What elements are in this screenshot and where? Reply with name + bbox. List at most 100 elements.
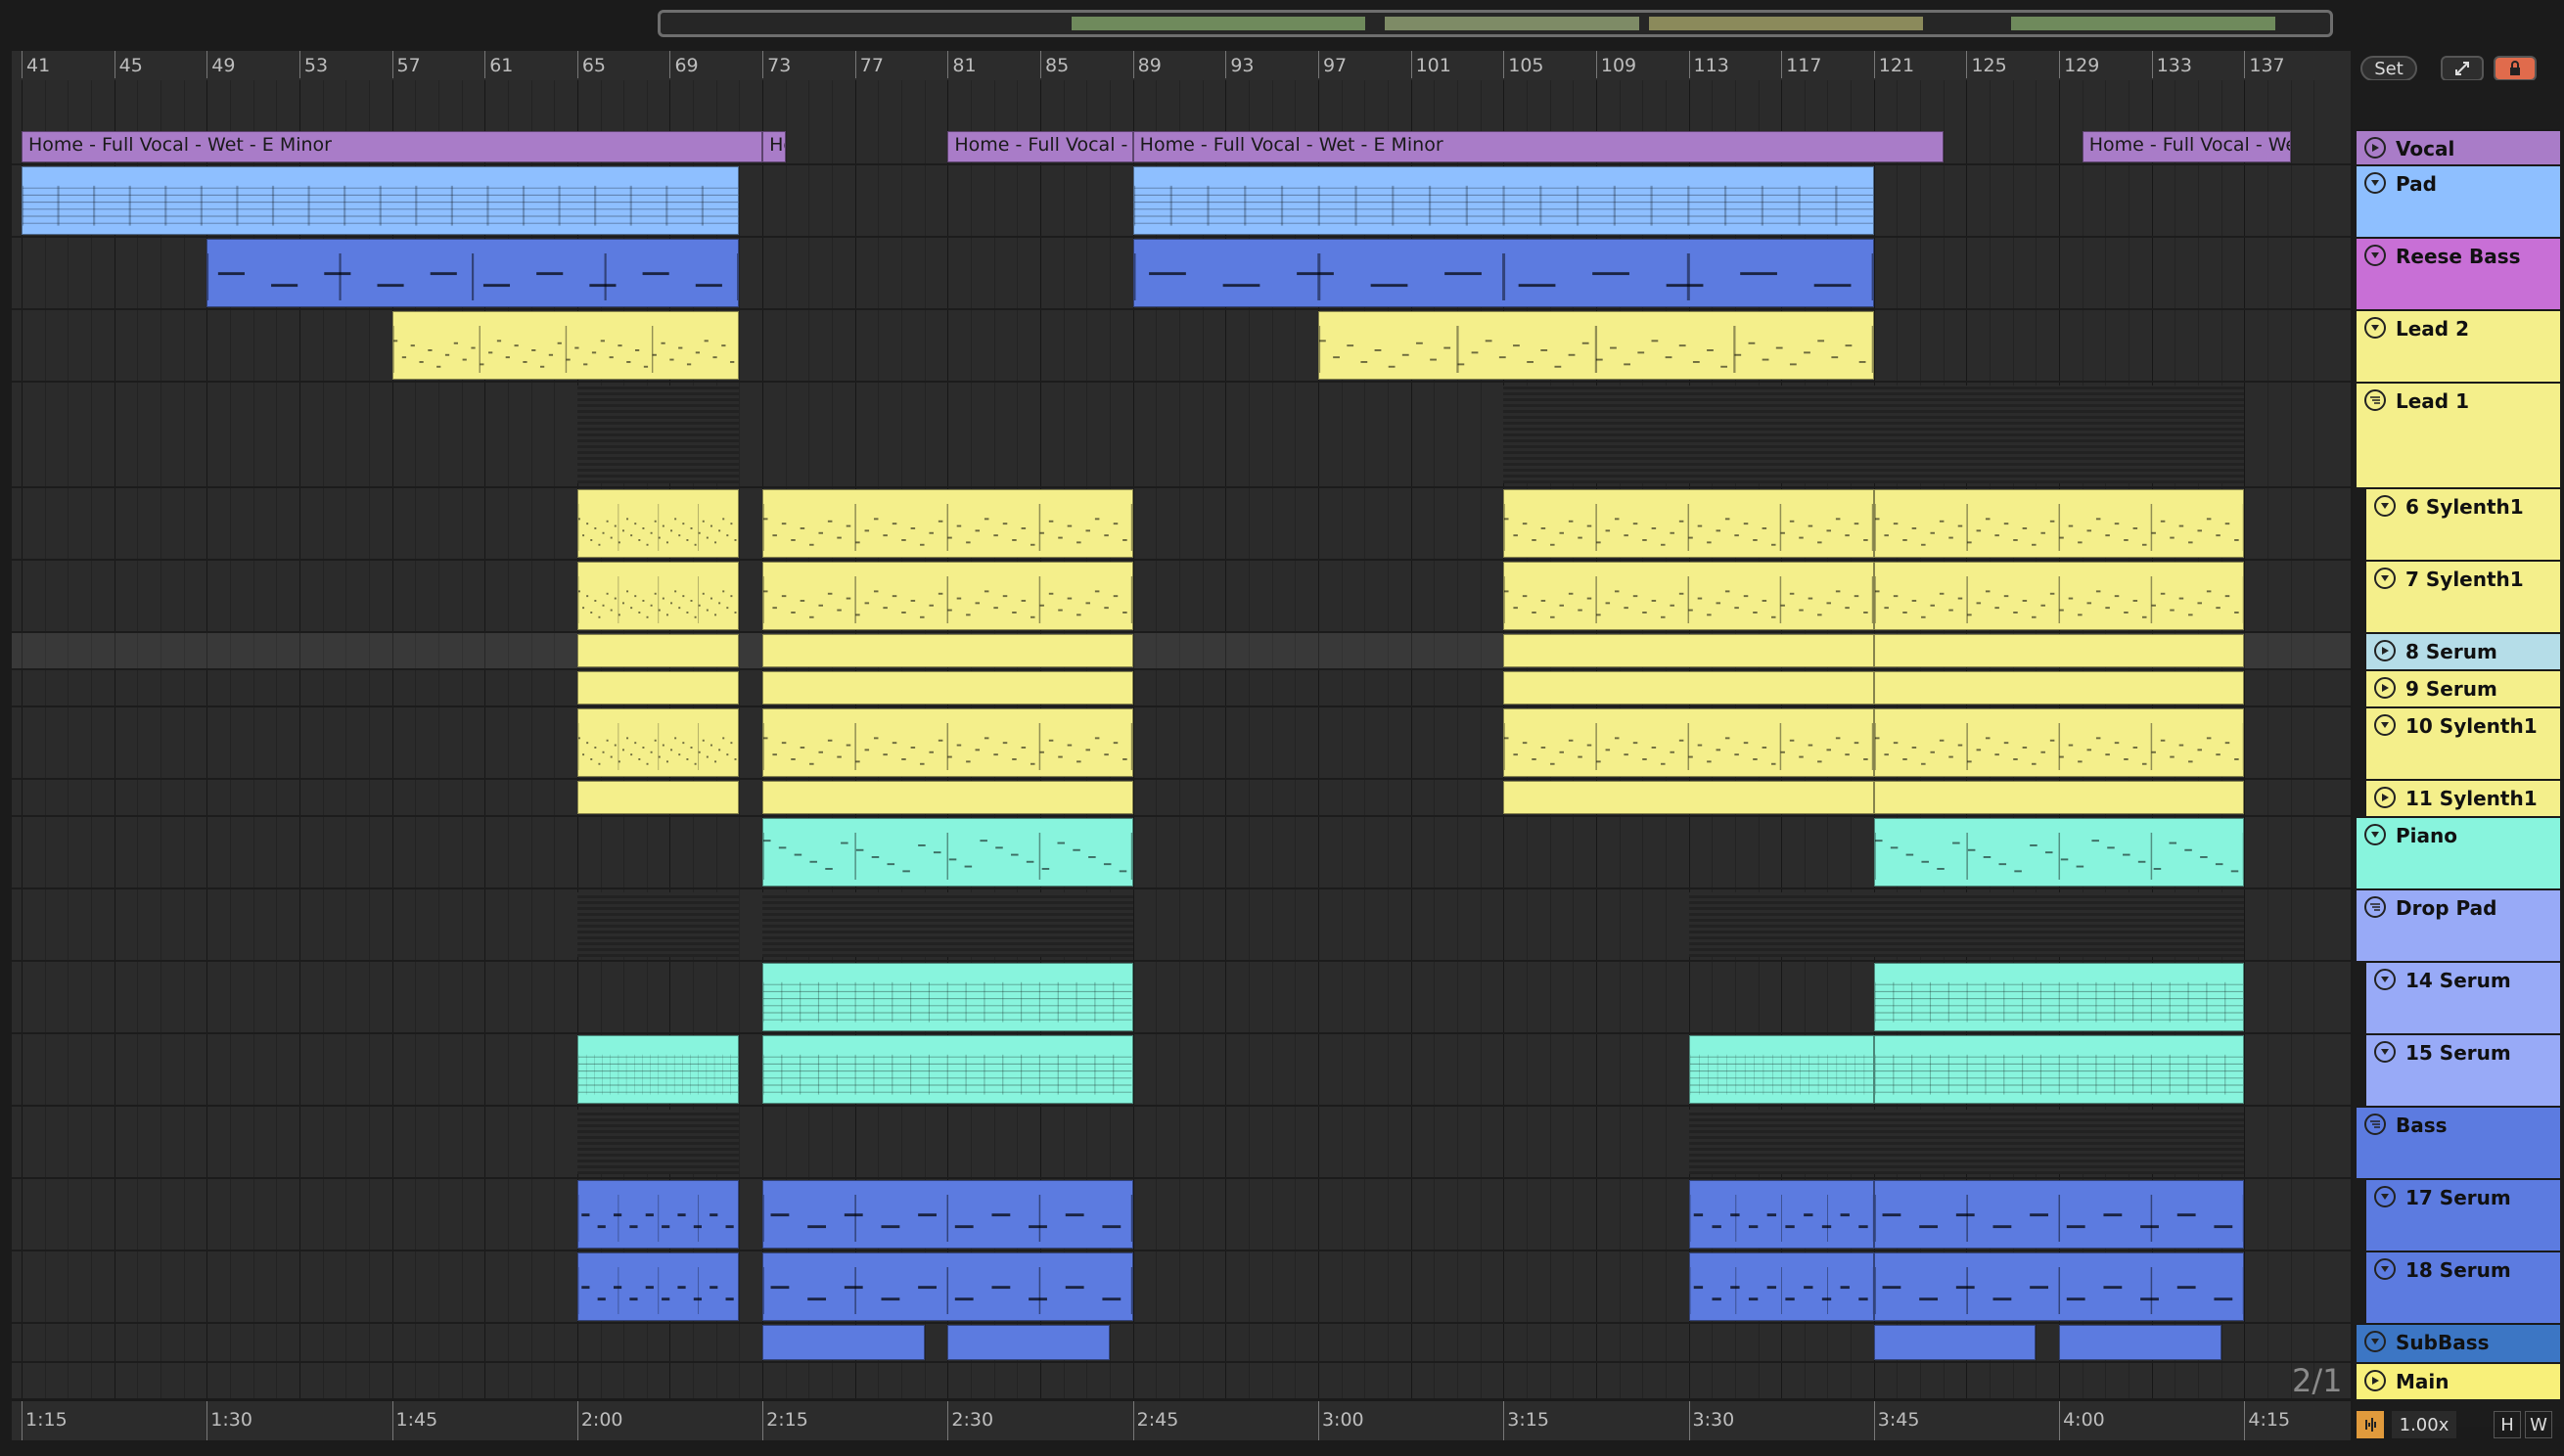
clip[interactable]	[762, 818, 1133, 887]
track-header-8-serum[interactable]: 8 Serum	[2366, 632, 2560, 669]
w-button[interactable]: W	[2525, 1411, 2552, 1438]
track-header-10-sylenth1[interactable]: 10 Sylenth1	[2366, 706, 2560, 779]
track-header-6-sylenth1[interactable]: 6 Sylenth1	[2366, 487, 2560, 560]
track-header-9-serum[interactable]: 9 Serum	[2366, 669, 2560, 706]
clip[interactable]	[762, 1252, 1133, 1321]
track-header-subbass[interactable]: SubBass	[2357, 1323, 2560, 1362]
clip[interactable]	[1873, 708, 2245, 777]
clip[interactable]	[576, 1035, 740, 1104]
play-icon[interactable]	[2374, 787, 2396, 808]
fold-down-icon[interactable]	[2374, 1041, 2396, 1063]
clip[interactable]	[1873, 1180, 2245, 1249]
fold-down-icon[interactable]	[2374, 1186, 2396, 1207]
clip[interactable]	[576, 634, 740, 667]
clip[interactable]	[1873, 1252, 2245, 1321]
clip[interactable]	[1873, 671, 2245, 705]
play-icon[interactable]	[2374, 677, 2396, 699]
beat-ruler[interactable]: 41 45 49 53 57 61 65 69 73 77 81 85 89 93 97 101 105 109 1…	[12, 51, 2351, 80]
audio-clip[interactable]: Home - Full Vocal - We	[947, 131, 1133, 162]
clip[interactable]	[1873, 489, 2245, 558]
clip[interactable]	[1503, 634, 1874, 667]
clip[interactable]	[762, 1325, 925, 1360]
fold-down-icon[interactable]	[2374, 969, 2396, 990]
audio-clip[interactable]: Ho	[762, 131, 786, 162]
tempo-factor-field[interactable]: 1.00x	[2392, 1411, 2456, 1438]
audio-clip[interactable]: Home - Full Vocal - Wet - E Minor	[1132, 131, 1944, 162]
track-header-vocal[interactable]: Vocal	[2357, 129, 2560, 164]
clip[interactable]	[1873, 818, 2245, 887]
clip[interactable]	[576, 562, 740, 630]
clip[interactable]	[762, 634, 1133, 667]
clip[interactable]	[576, 708, 740, 777]
audio-clip[interactable]: Home - Full Vocal - Wet - E Minor	[22, 131, 763, 162]
waveform-icon[interactable]	[2357, 1411, 2384, 1438]
set-button[interactable]: Set	[2360, 56, 2417, 81]
time-ruler[interactable]: 1:15 1:30 1:45 2:00 2:15 2:30 2:45 3:00 3:15 3:30…	[12, 1399, 2351, 1440]
clip[interactable]	[762, 489, 1133, 558]
track-header-11-sylenth1[interactable]: 11 Sylenth1	[2366, 779, 2560, 816]
fold-down-icon[interactable]	[2364, 824, 2386, 845]
group-icon[interactable]	[2364, 1114, 2386, 1135]
group-icon[interactable]	[2364, 389, 2386, 411]
group-icon[interactable]	[2364, 896, 2386, 918]
audio-clip[interactable]: Home - Full Vocal - Wet -	[2082, 131, 2291, 162]
track-header-lead-2[interactable]: Lead 2	[2357, 309, 2560, 382]
clip[interactable]	[22, 166, 740, 235]
clip[interactable]	[206, 239, 740, 307]
play-icon[interactable]	[2364, 1370, 2386, 1391]
track-header-17-serum[interactable]: 17 Serum	[2366, 1178, 2560, 1251]
clip[interactable]	[1873, 963, 2245, 1031]
track-header-18-serum[interactable]: 18 Serum	[2366, 1251, 2560, 1323]
fold-down-icon[interactable]	[2374, 495, 2396, 517]
track-header-bass[interactable]: Bass	[2357, 1106, 2560, 1178]
clip[interactable]	[1317, 311, 1874, 380]
clip[interactable]	[1873, 1325, 2037, 1360]
clip[interactable]	[1503, 562, 1874, 630]
clip[interactable]	[1873, 1035, 2245, 1104]
arrangement-overview[interactable]	[658, 10, 2333, 37]
fold-down-icon[interactable]	[2364, 245, 2386, 266]
track-header-drop-pad[interactable]: Drop Pad	[2357, 888, 2560, 961]
fold-down-icon[interactable]	[2374, 568, 2396, 589]
expand-icon[interactable]	[2441, 56, 2484, 81]
fold-down-icon[interactable]	[2364, 1331, 2386, 1352]
clip[interactable]	[1132, 239, 1874, 307]
clip[interactable]	[1873, 781, 2245, 814]
clip[interactable]	[762, 671, 1133, 705]
clip[interactable]	[576, 671, 740, 705]
clip[interactable]	[576, 1180, 740, 1249]
clip[interactable]	[1873, 634, 2245, 667]
clip[interactable]	[762, 963, 1133, 1031]
clip[interactable]	[762, 708, 1133, 777]
track-header-piano[interactable]: Piano	[2357, 816, 2560, 888]
clip[interactable]	[947, 1325, 1110, 1360]
clip[interactable]	[576, 1252, 740, 1321]
clip[interactable]	[1503, 781, 1874, 814]
clip[interactable]	[1873, 562, 2245, 630]
track-header-main[interactable]: Main	[2357, 1362, 2560, 1399]
clip[interactable]	[391, 311, 740, 380]
clip[interactable]	[762, 781, 1133, 814]
clip[interactable]	[1688, 1035, 1874, 1104]
clip[interactable]	[1132, 166, 1874, 235]
track-header-15-serum[interactable]: 15 Serum	[2366, 1033, 2560, 1106]
h-button[interactable]: H	[2494, 1411, 2521, 1438]
fold-down-icon[interactable]	[2364, 172, 2386, 194]
clip[interactable]	[1688, 1180, 1874, 1249]
clip[interactable]	[762, 1180, 1133, 1249]
clip[interactable]	[762, 1035, 1133, 1104]
fold-down-icon[interactable]	[2364, 317, 2386, 339]
track-header-reese-bass[interactable]: Reese Bass	[2357, 237, 2560, 309]
clip[interactable]	[576, 781, 740, 814]
clip[interactable]	[762, 562, 1133, 630]
clip[interactable]	[1503, 708, 1874, 777]
track-header-14-serum[interactable]: 14 Serum	[2366, 961, 2560, 1033]
track-header-lead-1[interactable]: Lead 1	[2357, 382, 2560, 487]
clip[interactable]	[1503, 671, 1874, 705]
arrangement-view[interactable]: Home - Full Vocal - Wet - E Minor Ho Home …	[12, 80, 2351, 1398]
lock-icon[interactable]	[2494, 56, 2537, 81]
track-header-7-sylenth1[interactable]: 7 Sylenth1	[2366, 560, 2560, 632]
clip[interactable]	[1688, 1252, 1874, 1321]
play-icon[interactable]	[2364, 137, 2386, 159]
fold-down-icon[interactable]	[2374, 714, 2396, 736]
